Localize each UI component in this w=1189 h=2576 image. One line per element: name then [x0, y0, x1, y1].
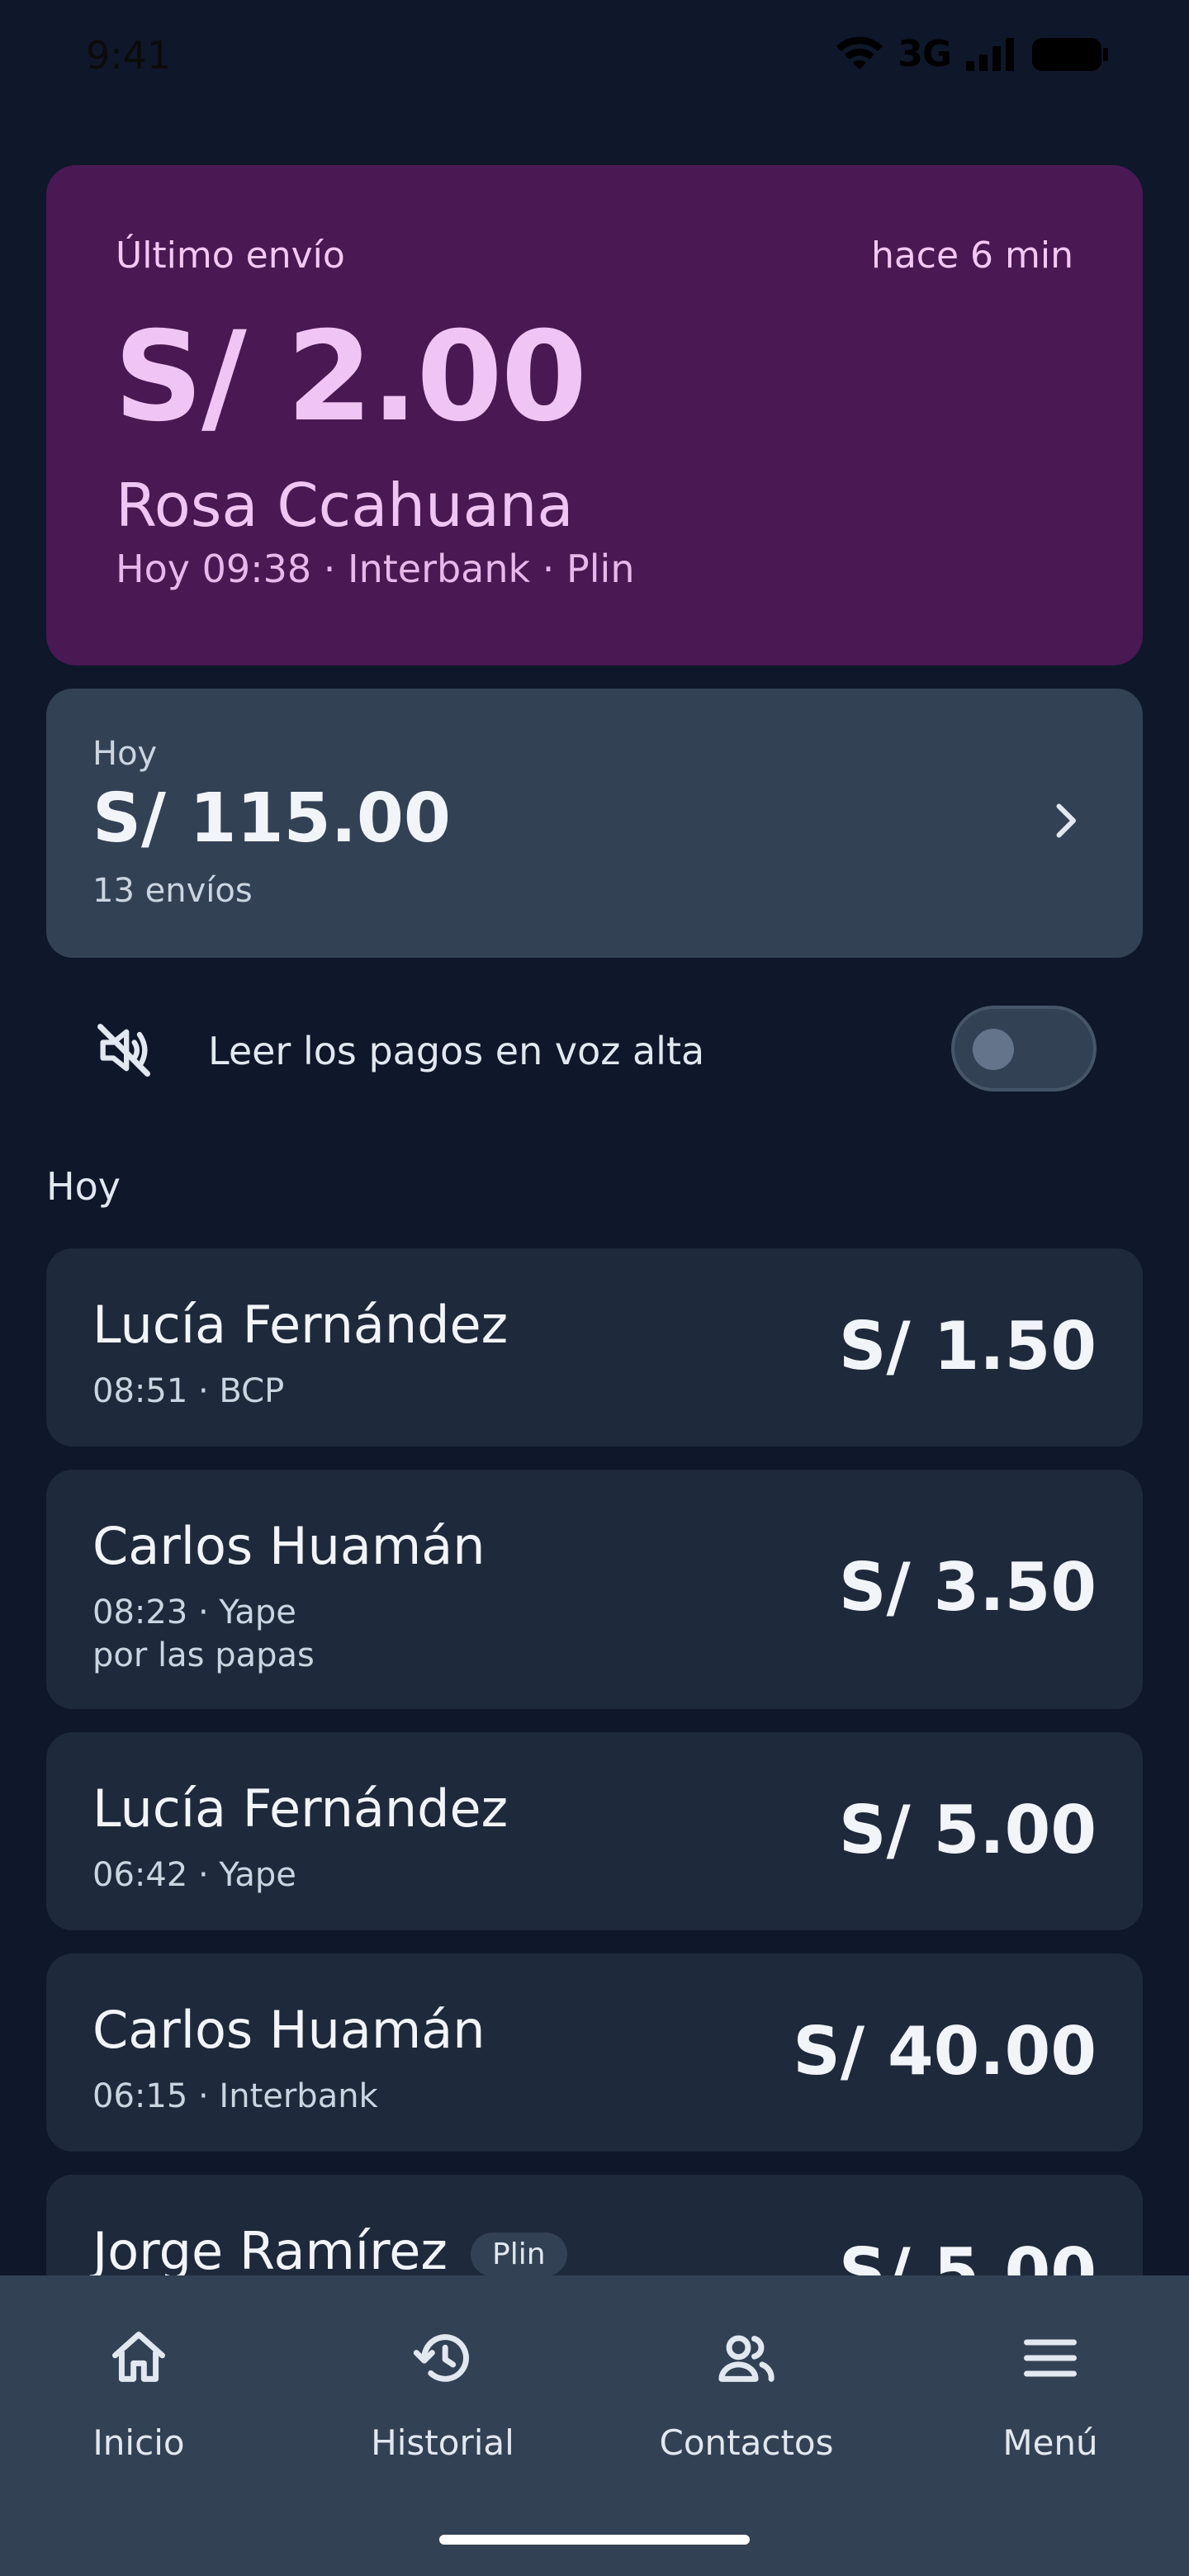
payment-name: Carlos Huamán: [92, 1516, 486, 1576]
status-time: 9:41: [86, 33, 172, 78]
payment-name: Jorge Ramírez: [92, 2221, 448, 2275]
last-send-card[interactable]: Último envío hace 6 min S/ 2.00 Rosa Cca…: [46, 165, 1143, 665]
last-send-name: Rosa Ccahuana: [116, 471, 574, 540]
payment-item[interactable]: Lucía Fernández 06:42 · Yape S/ 5.00: [46, 1732, 1143, 1930]
last-send-amount: S/ 2.00: [114, 305, 587, 449]
battery-icon: [1032, 37, 1108, 71]
payment-meta: 06:15 · Interbank: [92, 2077, 378, 2115]
toggle-knob: [973, 1029, 1014, 1070]
wifi-icon: [836, 36, 883, 69]
payment-amount: S/ 5.00: [838, 2234, 1097, 2275]
payment-item[interactable]: Jorge Ramírez Plin S/ 5.00: [46, 2175, 1143, 2275]
home-indicator: [439, 2535, 750, 2545]
payment-amount: S/ 5.00: [838, 1792, 1097, 1868]
payment-item[interactable]: Carlos Huamán 06:15 · Interbank S/ 40.00: [46, 1953, 1143, 2152]
nav-item-contactos[interactable]: Contactos: [614, 2327, 879, 2463]
today-amount: S/ 115.00: [92, 779, 451, 858]
payment-badge: Plin: [470, 2233, 567, 2275]
payment-meta: 08:51 · BCP: [92, 1372, 285, 1410]
payment-amount: S/ 1.50: [838, 1308, 1097, 1385]
today-label: Hoy: [92, 735, 158, 773]
contacts-icon: [718, 2335, 775, 2382]
last-send-time-ago: hace 6 min: [870, 234, 1073, 277]
nav-label: Menú: [1002, 2422, 1098, 2463]
voice-toggle-switch[interactable]: [951, 1006, 1097, 1091]
payment-item[interactable]: Carlos Huamán 08:23 · Yape por las papas…: [46, 1470, 1143, 1709]
status-bar: 9:41 3G: [0, 0, 1189, 124]
payment-meta: 06:42 · Yape: [92, 1856, 296, 1894]
home-icon: [112, 2332, 165, 2382]
nav-item-historial[interactable]: Historial: [310, 2327, 575, 2463]
nav-label: Contactos: [659, 2422, 834, 2463]
last-send-label: Último envío: [116, 234, 345, 277]
today-summary-card[interactable]: Hoy S/ 115.00 13 envíos: [46, 689, 1143, 958]
payment-name-row: Jorge Ramírez Plin: [92, 2221, 567, 2275]
last-send-meta: Hoy 09:38 · Interbank · Plin: [116, 547, 635, 591]
payment-amount: S/ 40.00: [793, 2013, 1097, 2090]
network-type: 3G: [898, 33, 952, 75]
nav-item-menu[interactable]: Menú: [918, 2327, 1182, 2463]
volume-off-icon: [97, 1024, 150, 1077]
payment-name: Lucía Fernández: [92, 1778, 509, 1839]
section-title-today: Hoy: [46, 1164, 121, 1209]
voice-toggle-row: Leer los pagos en voz alta: [46, 999, 1143, 1098]
nav-item-inicio[interactable]: Inicio: [7, 2327, 271, 2463]
nav-label: Inicio: [92, 2422, 185, 2463]
voice-toggle-label: Leer los pagos en voz alta: [208, 1029, 705, 1073]
payment-amount: S/ 3.50: [838, 1549, 1097, 1626]
bottom-nav: Inicio Historial Contactos Menú: [0, 2275, 1189, 2576]
status-icons: 3G: [836, 33, 1110, 75]
nav-label: Historial: [371, 2422, 514, 2463]
signal-icon: [966, 37, 1014, 71]
payment-name: Carlos Huamán: [92, 2000, 486, 2060]
today-count: 13 envíos: [92, 872, 253, 910]
payment-note: por las papas: [92, 1636, 315, 1674]
history-icon: [413, 2334, 469, 2382]
menu-icon: [1024, 2339, 1077, 2377]
payment-name: Lucía Fernández: [92, 1295, 509, 1355]
chevron-right-icon: [1056, 803, 1076, 838]
payment-meta: 08:23 · Yape: [92, 1593, 296, 1631]
payment-item[interactable]: Lucía Fernández 08:51 · BCP S/ 1.50: [46, 1248, 1143, 1447]
